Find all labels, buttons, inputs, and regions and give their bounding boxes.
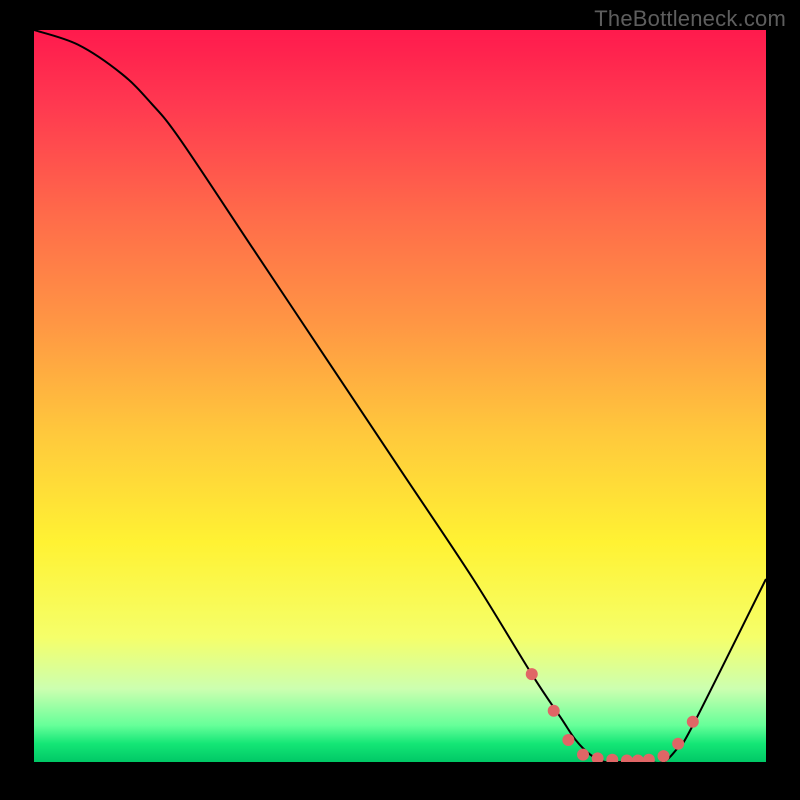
watermark-text: TheBottleneck.com — [594, 6, 786, 32]
chart-plot — [34, 30, 766, 762]
marker-dot — [672, 738, 684, 750]
chart-svg — [34, 30, 766, 762]
marker-dot — [577, 749, 589, 761]
marker-dot — [658, 750, 670, 762]
marker-dot — [687, 716, 699, 728]
marker-dot — [562, 734, 574, 746]
marker-dot — [526, 668, 538, 680]
marker-dot — [548, 705, 560, 717]
chart-background — [34, 30, 766, 762]
